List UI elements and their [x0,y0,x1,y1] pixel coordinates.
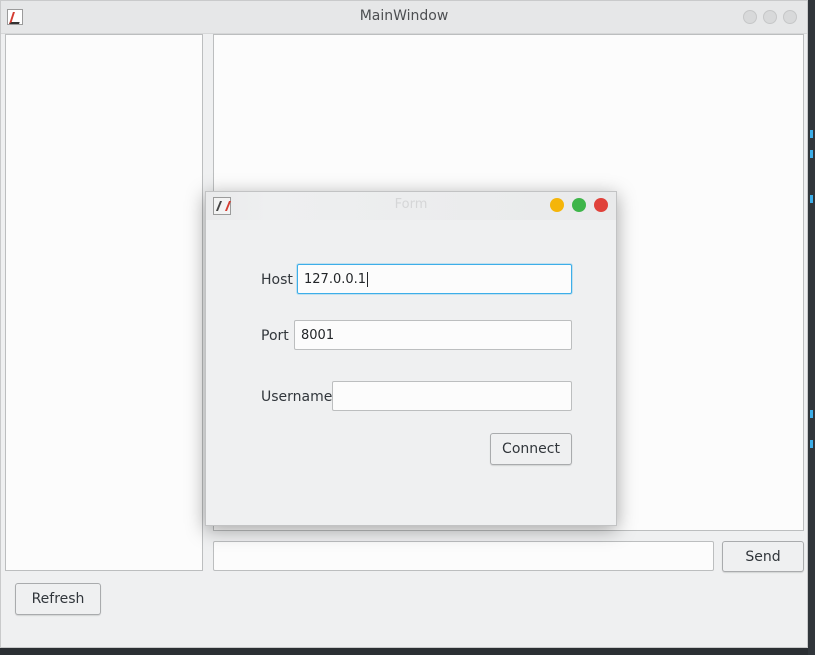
minimize-icon[interactable] [743,10,757,24]
port-field[interactable]: 8001 [294,320,572,350]
minimize-icon[interactable] [550,198,564,212]
background-edge [808,0,815,655]
connect-button[interactable]: Connect [490,433,572,465]
dialog-titlebar[interactable]: Form [206,192,616,220]
dialog-window-controls [550,198,608,212]
close-icon[interactable] [594,198,608,212]
message-input[interactable] [213,541,714,571]
port-label: Port [261,328,289,344]
main-titlebar[interactable]: MainWindow [1,1,807,34]
window-controls [743,10,797,24]
maximize-icon[interactable] [572,198,586,212]
port-value: 8001 [301,327,335,343]
connection-dialog: Form Host 127.0.0.1 Port 8001 Username C… [205,191,617,526]
username-label: Username [261,389,333,405]
host-field[interactable]: 127.0.0.1 [297,264,572,294]
maximize-icon[interactable] [763,10,777,24]
host-value: 127.0.0.1 [304,271,367,287]
send-button[interactable]: Send [722,541,804,572]
refresh-button[interactable]: Refresh [15,583,101,615]
username-field[interactable] [332,381,572,411]
window-title: MainWindow [359,8,449,24]
host-label: Host [261,272,293,288]
text-caret [367,271,369,287]
user-list[interactable] [5,34,203,571]
close-icon[interactable] [783,10,797,24]
